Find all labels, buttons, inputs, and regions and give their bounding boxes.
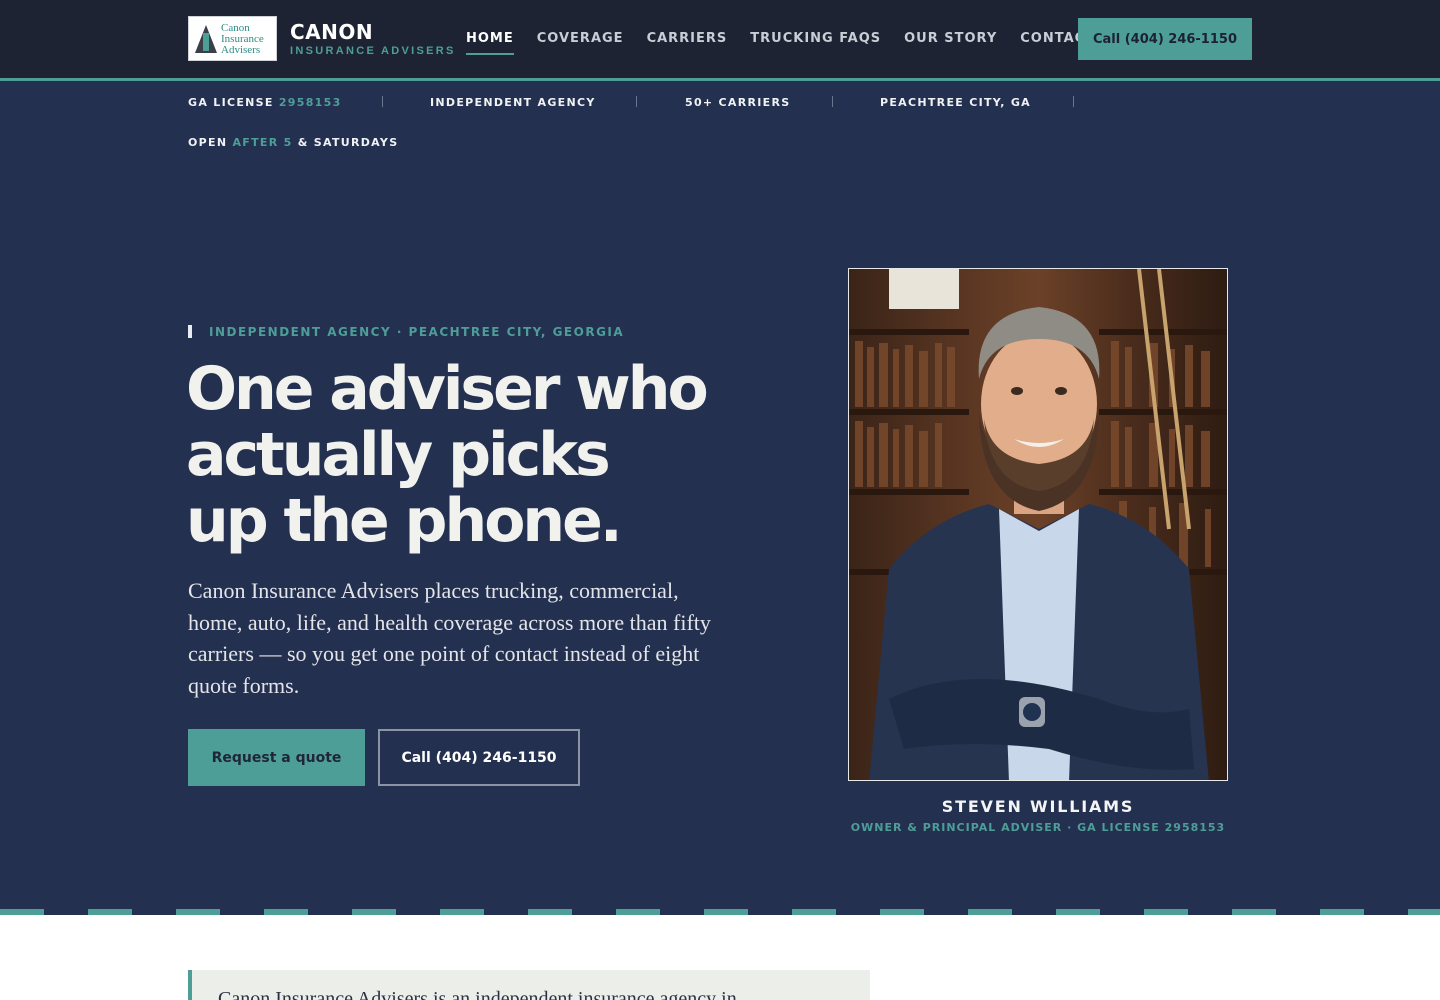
hours-info: OPEN AFTER 5 & SATURDAYS <box>188 136 398 149</box>
adviser-name: STEVEN WILLIAMS <box>941 797 1135 816</box>
hero-lede: Canon Insurance Advisers places trucking… <box>188 578 711 698</box>
adviser-title: OWNER & PRINCIPAL ADVISER · GA LICENSE 2… <box>850 821 1226 834</box>
headline-line-3: up the phone. <box>186 486 623 556</box>
nav-home[interactable]: HOME <box>466 31 514 55</box>
license-number: 2958153 <box>278 96 342 109</box>
portrait-illustration <box>849 269 1227 780</box>
nav-our-story[interactable]: OUR STORY <box>904 31 997 54</box>
hero-headline: One adviser who actually picks up the ph… <box>186 356 786 554</box>
request-quote-button[interactable]: Request a quote <box>188 729 365 786</box>
license-info: GA LICENSE 2958153 <box>188 96 342 109</box>
logo-mark-icon <box>195 25 217 53</box>
headline-line-1: One adviser who <box>186 354 709 424</box>
main-nav: HOME COVERAGE CARRIERS TRUCKING FAQS OUR… <box>466 31 1095 55</box>
location-label: PEACHTREE CITY, GA <box>880 96 1031 109</box>
site-header: Canon Insurance Advisers CANON INSURANCE… <box>0 0 1440 78</box>
brand-subtitle: INSURANCE ADVISERS <box>290 45 456 57</box>
headline-line-2: actually picks <box>186 420 611 490</box>
hero-eyebrow: INDEPENDENT AGENCY · PEACHTREE CITY, GEO… <box>209 325 625 339</box>
logo-text: Canon Insurance Advisers <box>221 22 264 56</box>
hours-prefix: OPEN <box>188 136 228 149</box>
carriers-count: 50+ CARRIERS <box>685 96 791 109</box>
hero-call-button[interactable]: Call (404) 246-1150 <box>378 729 580 786</box>
logo[interactable]: Canon Insurance Advisers <box>188 16 277 61</box>
hours-highlight: AFTER 5 <box>232 136 293 149</box>
adviser-portrait <box>848 268 1228 781</box>
independent-agency-badge: INDEPENDENT AGENCY <box>430 96 596 109</box>
about-intro-text: Canon Insurance Advisers is an independe… <box>218 988 737 1000</box>
about-callout: Canon Insurance Advisers is an independe… <box>188 970 870 1000</box>
strip-divider <box>832 96 833 107</box>
nav-trucking-faqs[interactable]: TRUCKING FAQS <box>750 31 881 54</box>
hours-suffix: & SATURDAYS <box>297 136 399 149</box>
license-label: GA LICENSE <box>188 96 274 109</box>
nav-coverage[interactable]: COVERAGE <box>537 31 624 54</box>
header-call-button[interactable]: Call (404) 246-1150 <box>1078 18 1252 60</box>
nav-carriers[interactable]: CARRIERS <box>647 31 728 54</box>
strip-divider <box>1073 96 1074 107</box>
strip-divider <box>382 96 383 107</box>
strip-divider <box>636 96 637 107</box>
eyebrow-marker <box>188 325 192 338</box>
brand-name[interactable]: CANON <box>290 20 373 44</box>
header-divider <box>0 78 1440 81</box>
